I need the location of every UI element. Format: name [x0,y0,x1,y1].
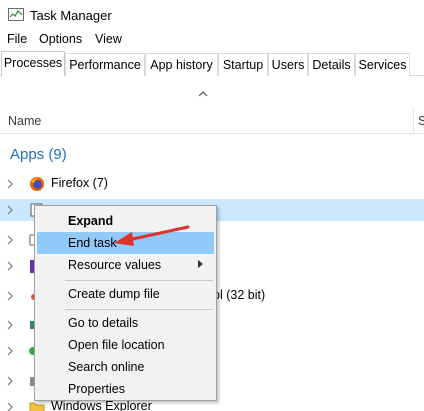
column-header-status[interactable]: S [418,114,424,128]
title-bar: Task Manager [0,0,424,30]
menu-item-expand[interactable]: Expand [37,210,214,232]
chevron-right-icon[interactable] [6,320,14,330]
apps-group-title: Apps (9) [10,146,67,163]
menu-item-open-file-location[interactable]: Open file location [37,334,214,356]
menu-item-properties[interactable]: Properties [37,378,214,400]
chevron-right-icon[interactable] [6,179,14,189]
chevron-right-icon[interactable] [6,346,14,356]
chevron-right-icon[interactable] [6,261,14,271]
menu-view[interactable]: View [95,32,122,46]
menu-item-label: Resource values [68,258,162,272]
chevron-right-icon[interactable] [6,291,14,301]
menu-options[interactable]: Options [39,32,82,46]
menu-bar: File Options View [0,30,424,50]
menu-separator [65,309,213,310]
chevron-right-icon[interactable] [6,376,14,386]
tab-services[interactable]: Services [355,53,410,76]
chevron-right-icon[interactable] [6,205,14,215]
process-name: Firefox (7) [51,176,108,190]
chevron-right-icon[interactable] [6,235,14,245]
tab-processes[interactable]: Processes [1,51,65,77]
column-header-name[interactable]: Name [8,114,41,128]
menu-item-create-dump-file[interactable]: Create dump file [37,283,214,305]
menu-item-resource-values[interactable]: Resource values [37,254,214,276]
window-title: Task Manager [30,8,112,23]
tab-app-history[interactable]: App history [145,53,218,76]
menu-item-end-task[interactable]: End task [37,232,214,254]
column-header-row: Name S [0,108,424,134]
process-name: ol (32 bit) [213,288,266,302]
context-menu: Expand End task Resource values Create d… [34,205,217,401]
tab-performance[interactable]: Performance [65,53,145,76]
tab-startup[interactable]: Startup [218,53,268,76]
tab-details[interactable]: Details [308,53,355,76]
process-row-firefox[interactable]: Firefox (7) [0,173,424,195]
menu-separator [65,280,213,281]
menu-item-search-online[interactable]: Search online [37,356,214,378]
task-manager-icon [8,8,24,21]
chevron-right-icon[interactable] [6,402,14,411]
tab-users[interactable]: Users [268,53,308,76]
sort-ascending-icon[interactable] [198,90,208,98]
menu-file[interactable]: File [7,32,27,46]
column-divider[interactable] [413,108,414,134]
submenu-arrow-icon [198,260,203,268]
menu-item-go-to-details[interactable]: Go to details [37,312,214,334]
firefox-icon [30,177,44,191]
tab-strip: Processes Performance App history Startu… [0,51,424,77]
